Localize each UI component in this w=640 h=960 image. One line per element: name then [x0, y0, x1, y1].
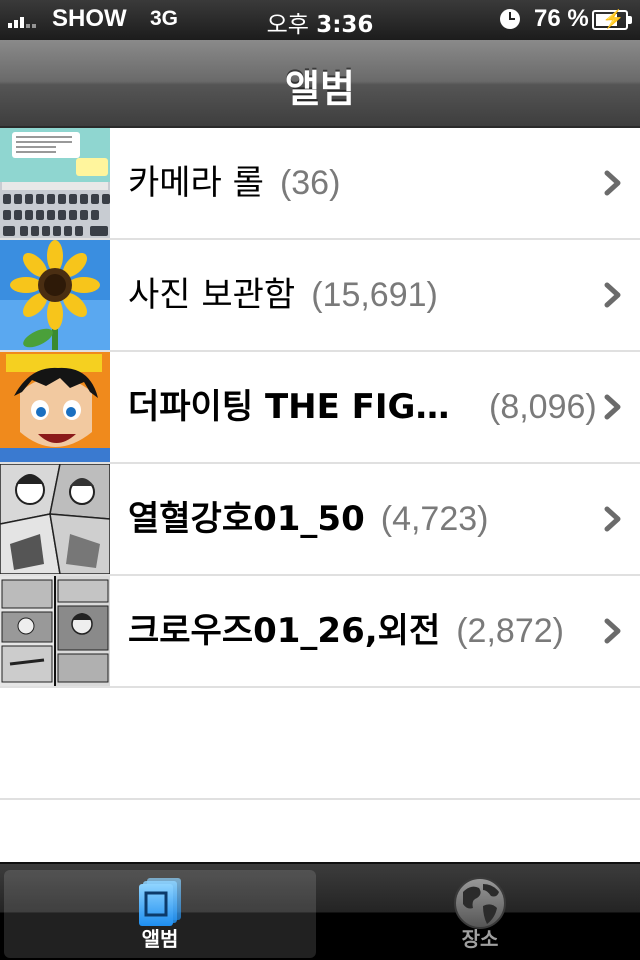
navigation-bar: 앨범 [0, 40, 640, 128]
album-count: (15,691) [311, 276, 438, 314]
status-bar: SHOW 3G 오후 3:36 76 % ⚡ [0, 0, 640, 40]
battery-percentage: 76 % [534, 5, 589, 32]
album-row-crows[interactable]: 크로우즈01_26,외전 (2,872) [0, 576, 640, 688]
album-list: 카메라 롤 (36) 사진 보관함 (15,691) 더파이팅 THE FIGH… [0, 128, 640, 800]
tab-bar: 앨범 장소 [0, 862, 640, 960]
album-count: (2,872) [456, 612, 564, 650]
globe-icon [454, 877, 506, 929]
album-name: 카메라 롤 [128, 163, 264, 203]
chevron-right-icon [604, 394, 621, 420]
battery-charging-icon: ⚡ [592, 9, 632, 30]
charging-bolt-icon: ⚡ [602, 9, 625, 29]
manga-page-thumbnail [0, 576, 110, 686]
album-count: (8,096) [489, 388, 597, 426]
album-row-yeolhyeol-ganghogun[interactable]: 열혈강호01_50 (4,723) [0, 464, 640, 576]
sunflower-thumbnail [0, 240, 110, 350]
chevron-right-icon [604, 282, 621, 308]
album-name: 사진 보관함 [128, 275, 296, 315]
album-count: (36) [279, 164, 341, 202]
album-row-photo-library[interactable]: 사진 보관함 (15,691) [0, 240, 640, 352]
album-name: 열혈강호01_50 [128, 499, 365, 539]
album-count: (4,723) [380, 500, 489, 538]
chevron-right-icon [604, 618, 621, 644]
album-row-camera-roll[interactable]: 카메라 롤 (36) [0, 128, 640, 240]
album-name: 크로우즈01_26,외전 [128, 611, 441, 651]
tab-albums[interactable]: 앨범 [4, 870, 316, 958]
chat-screenshot-thumbnail [0, 128, 110, 238]
tab-places[interactable]: 장소 [324, 870, 636, 958]
chevron-right-icon [604, 506, 621, 532]
manga-page-thumbnail [0, 464, 110, 574]
page-title: 앨범 [285, 67, 355, 111]
alarm-clock-icon [500, 9, 520, 29]
album-name: 더파이팅 THE FIGH… [128, 387, 473, 427]
tab-places-label: 장소 [461, 927, 499, 951]
album-row-the-fighting[interactable]: 더파이팅 THE FIGH… (8,096) [0, 352, 640, 464]
tab-albums-label: 앨범 [141, 927, 179, 951]
chevron-right-icon [604, 170, 621, 196]
albums-icon [139, 878, 181, 926]
empty-row [0, 688, 640, 800]
manga-cover-thumbnail [0, 352, 110, 462]
